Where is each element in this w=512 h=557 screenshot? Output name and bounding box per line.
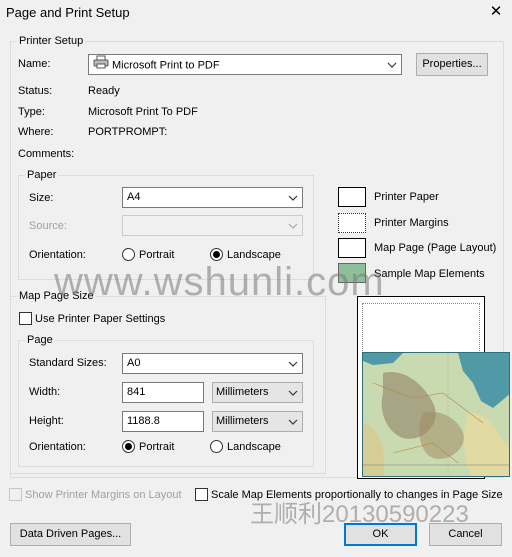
type-label: Type:	[18, 106, 45, 118]
scale-elements-checkbox[interactable]	[195, 488, 208, 501]
close-icon[interactable]: ✕	[486, 2, 506, 22]
height-unit-select[interactable]: Millimeters	[212, 411, 303, 432]
chevron-down-icon	[288, 390, 298, 396]
map-page-size-legend: Map Page Size	[17, 290, 96, 302]
page-portrait-radio[interactable]	[122, 440, 135, 453]
page-landscape-radio[interactable]	[210, 440, 223, 453]
paper-portrait-radio[interactable]	[122, 248, 135, 261]
standard-sizes-value: A0	[127, 357, 141, 369]
printer-paper-legend-label: Printer Paper	[374, 191, 439, 203]
paper-size-select[interactable]: A4	[122, 187, 303, 208]
width-label: Width:	[29, 386, 61, 398]
standard-sizes-select[interactable]: A0	[122, 353, 303, 374]
paper-source-select[interactable]	[122, 215, 303, 236]
printer-margins-legend-label: Printer Margins	[374, 217, 449, 229]
where-label: Where:	[18, 126, 54, 138]
width-input[interactable]: 841	[122, 382, 204, 403]
chevron-down-icon	[288, 361, 298, 367]
properties-button[interactable]: Properties...	[416, 53, 488, 76]
paper-landscape-radio[interactable]	[210, 248, 223, 261]
height-unit-value: Millimeters	[216, 415, 269, 427]
paper-orientation-label: Orientation:	[29, 249, 86, 261]
status-value: Ready	[88, 85, 120, 97]
use-printer-paper-checkbox[interactable]	[19, 312, 32, 325]
window-title: Page and Print Setup	[6, 5, 130, 20]
width-unit-value: Millimeters	[216, 386, 269, 398]
paper-landscape-label[interactable]: Landscape	[227, 249, 281, 262]
show-margins-label[interactable]: Show Printer Margins on Layout	[25, 489, 182, 502]
printer-name-select[interactable]: Microsoft Print to PDF	[88, 54, 402, 75]
scale-elements-label[interactable]: Scale Map Elements proportionally to cha…	[211, 489, 503, 502]
height-label: Height:	[29, 415, 64, 427]
use-printer-paper-label[interactable]: Use Printer Paper Settings	[35, 313, 165, 326]
cancel-button[interactable]: Cancel	[429, 523, 502, 546]
chevron-down-icon	[288, 419, 298, 425]
show-margins-checkbox[interactable]	[9, 488, 22, 501]
sample-map-preview	[362, 352, 510, 477]
type-value: Microsoft Print To PDF	[88, 106, 198, 118]
size-label: Size:	[29, 192, 54, 204]
standard-sizes-label: Standard Sizes:	[29, 357, 107, 369]
printer-name-value: Microsoft Print to PDF	[112, 59, 220, 72]
page-portrait-label[interactable]: Portrait	[139, 441, 174, 454]
sample-map-elements-legend-label: Sample Map Elements	[374, 268, 485, 280]
width-unit-select[interactable]: Millimeters	[212, 382, 303, 403]
page-landscape-label[interactable]: Landscape	[227, 441, 281, 454]
sample-map-elements-swatch	[338, 263, 366, 283]
source-label: Source:	[29, 220, 67, 232]
height-input[interactable]: 1188.8	[122, 411, 204, 432]
status-label: Status:	[18, 85, 53, 97]
page-legend: Page	[25, 334, 55, 346]
printer-setup-legend: Printer Setup	[17, 35, 86, 47]
where-value: PORTPROMPT:	[88, 126, 168, 138]
map-page-swatch	[338, 238, 366, 258]
chevron-down-icon	[387, 62, 397, 68]
data-driven-pages-button[interactable]: Data Driven Pages...	[10, 523, 131, 546]
ok-button[interactable]: OK	[344, 523, 417, 546]
printer-icon	[93, 55, 109, 74]
chevron-down-icon	[288, 223, 298, 229]
page-orientation-label: Orientation:	[29, 441, 86, 453]
map-page-legend-label: Map Page (Page Layout)	[374, 242, 497, 254]
paper-legend: Paper	[25, 169, 59, 181]
paper-size-value: A4	[127, 191, 141, 203]
paper-portrait-label[interactable]: Portrait	[139, 249, 174, 262]
map-image	[363, 353, 509, 476]
comments-label: Comments:	[18, 148, 75, 160]
printer-paper-swatch	[338, 187, 366, 207]
printer-margins-swatch	[338, 213, 366, 233]
chevron-down-icon	[288, 195, 298, 201]
name-label: Name:	[18, 58, 51, 70]
